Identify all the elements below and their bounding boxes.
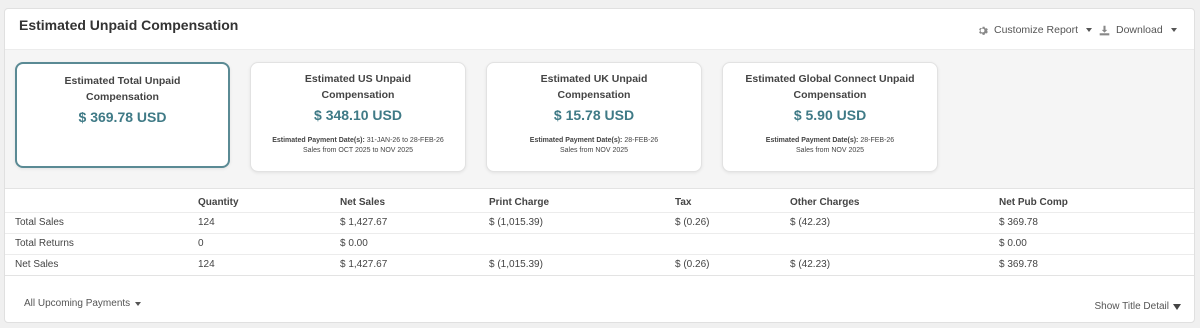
table-row: Total Returns 0 $ 0.00 $ 0.00: [5, 232, 1194, 254]
column-header-net-pub-comp: Net Pub Comp: [999, 197, 1068, 209]
cell-other-charges: $ (42.23): [790, 253, 999, 276]
upcoming-payments-dropdown[interactable]: All Upcoming Payments: [24, 298, 142, 309]
cell-quantity: 124: [198, 211, 340, 233]
card-detail: Estimated Payment Date(s): 28-FEB-26 Sal…: [723, 136, 937, 156]
upcoming-payments-label: All Upcoming Payments: [24, 298, 131, 309]
cell-print-charge: $ (1,015.39): [489, 253, 675, 276]
show-title-detail-toggle[interactable]: Show Title Detail: [1095, 301, 1181, 312]
card-us-unpaid[interactable]: Estimated US Unpaid Compensation $ 348.1…: [250, 62, 466, 172]
download-icon: [1099, 25, 1110, 36]
payment-dates: Estimated Payment Date(s): 28-FEB-26: [765, 137, 895, 144]
cell-net-sales: $ 1,427.67: [340, 253, 489, 276]
payment-dates: Estimated Payment Date(s): 31-JAN-26 to …: [272, 137, 444, 144]
triangle-down-icon: [1173, 303, 1181, 310]
row-label: Total Returns: [5, 232, 198, 254]
row-label: Net Sales: [5, 253, 198, 276]
column-header-tax: Tax: [675, 197, 692, 209]
column-header-quantity: Quantity: [198, 197, 239, 209]
card-detail: Estimated Payment Date(s): 31-JAN-26 to …: [251, 136, 465, 156]
cell-net-pub-comp: $ 369.78: [999, 211, 1194, 233]
chevron-down-icon: [1086, 28, 1093, 32]
card-global-connect-unpaid[interactable]: Estimated Global Connect Unpaid Compensa…: [722, 62, 938, 172]
payment-dates: Estimated Payment Date(s): 28-FEB-26: [529, 137, 659, 144]
column-header-print-charge: Print Charge: [489, 197, 550, 209]
customize-report-button[interactable]: Customize Report: [977, 24, 1093, 36]
cell-net-pub-comp: $ 369.78: [999, 253, 1194, 276]
cell-net-pub-comp: $ 0.00: [999, 232, 1194, 254]
sales-period: Sales from NOV 2025: [795, 147, 865, 154]
cell-other-charges: [790, 232, 999, 254]
download-label: Download: [1116, 24, 1163, 36]
table-row: Net Sales 124 $ 1,427.67 $ (1,015.39) $ …: [5, 253, 1194, 276]
cell-net-sales: $ 0.00: [340, 232, 489, 254]
chevron-down-icon: [135, 301, 142, 306]
gear-icon: [977, 25, 988, 36]
compensation-table: Quantity Net Sales Print Charge Tax Othe…: [5, 190, 1194, 276]
panel-header: Estimated Unpaid Compensation Customize …: [5, 9, 1194, 49]
card-title: Estimated Total Unpaid Compensation: [64, 75, 181, 103]
chevron-down-icon: [1170, 28, 1177, 32]
card-title: Estimated US Unpaid Compensation: [304, 73, 412, 101]
card-amount: $ 348.10 USD: [314, 107, 402, 123]
sales-period: Sales from NOV 2025: [559, 147, 629, 154]
page-title: Estimated Unpaid Compensation: [19, 17, 239, 33]
card-detail: Estimated Payment Date(s): 28-FEB-26 Sal…: [487, 136, 701, 156]
cell-tax: $ (0.26): [675, 211, 790, 233]
download-button[interactable]: Download: [1099, 24, 1177, 36]
row-label: Total Sales: [5, 211, 198, 233]
card-total-unpaid[interactable]: Estimated Total Unpaid Compensation $ 36…: [15, 62, 230, 168]
column-header-other-charges: Other Charges: [790, 197, 860, 209]
table-row: Total Sales 124 $ 1,427.67 $ (1,015.39) …: [5, 211, 1194, 233]
cell-print-charge: [489, 232, 675, 254]
card-amount: $ 5.90 USD: [793, 107, 867, 123]
card-uk-unpaid[interactable]: Estimated UK Unpaid Compensation $ 15.78…: [486, 62, 702, 172]
cell-quantity: 0: [198, 232, 340, 254]
card-title: Estimated Global Connect Unpaid Compensa…: [745, 73, 915, 101]
cell-other-charges: $ (42.23): [790, 211, 999, 233]
unpaid-compensation-panel: Estimated Unpaid Compensation Customize …: [4, 8, 1195, 323]
cell-tax: [675, 232, 790, 254]
customize-report-label: Customize Report: [994, 24, 1079, 36]
card-amount: $ 369.78 USD: [78, 109, 167, 125]
cell-net-sales: $ 1,427.67: [340, 211, 489, 233]
card-amount: $ 15.78 USD: [553, 107, 635, 123]
cell-quantity: 124: [198, 253, 340, 276]
summary-cards: Estimated Total Unpaid Compensation $ 36…: [5, 49, 1194, 189]
cell-tax: $ (0.26): [675, 253, 790, 276]
column-header-net-sales: Net Sales: [340, 197, 386, 209]
cell-print-charge: $ (1,015.39): [489, 211, 675, 233]
sales-period: Sales from OCT 2025 to NOV 2025: [303, 147, 413, 154]
table-header-row: Quantity Net Sales Print Charge Tax Othe…: [5, 190, 1194, 212]
column-header: [5, 190, 198, 212]
show-title-detail-label: Show Title Detail: [1094, 301, 1169, 312]
card-title: Estimated UK Unpaid Compensation: [540, 73, 648, 101]
